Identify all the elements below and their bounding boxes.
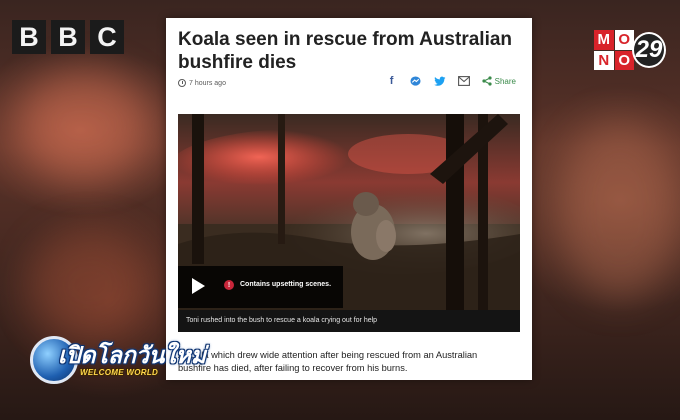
mono-channel-number: 29	[632, 32, 666, 68]
clock-icon	[178, 79, 186, 87]
facebook-icon[interactable]: f	[386, 75, 398, 87]
warning-icon: !	[224, 280, 234, 290]
article-meta: 7 hours ago	[178, 79, 226, 87]
bbc-letter-c: C	[90, 20, 124, 54]
mono29-logo: M O N O 29	[594, 30, 668, 70]
video-controls: ! Contains upsetting scenes.	[178, 266, 343, 308]
share-icon	[482, 76, 492, 86]
content-warning: Contains upsetting scenes.	[240, 281, 332, 288]
article-card: Koala seen in rescue from Australian bus…	[166, 18, 532, 380]
article-timestamp: 7 hours ago	[189, 79, 226, 87]
article-body: A koala which drew wide attention after …	[178, 350, 478, 373]
messenger-icon[interactable]	[410, 75, 422, 87]
show-subtitle: WELCOME WORLD	[80, 368, 159, 377]
article-headline: Koala seen in rescue from Australian bus…	[178, 29, 513, 73]
bbc-letter-b1: B	[12, 20, 46, 54]
share-label: Share	[494, 76, 516, 86]
video-player[interactable]: ! Contains upsetting scenes. Toni rushed…	[178, 114, 520, 332]
email-icon[interactable]	[457, 75, 470, 87]
show-logo: เปิดโลกวันใหม่ WELCOME WORLD	[28, 334, 206, 392]
bbc-logo: B B C	[12, 20, 124, 54]
play-icon[interactable]	[192, 278, 205, 294]
mono-cell-o1: O	[614, 30, 634, 50]
video-caption: Toni rushed into the bush to rescue a ko…	[178, 310, 520, 332]
share-button[interactable]: Share	[482, 76, 516, 86]
mono-cell-o2: O	[614, 50, 634, 70]
bbc-letter-b2: B	[51, 20, 85, 54]
mono-cell-n: N	[594, 50, 614, 70]
twitter-icon[interactable]	[433, 75, 446, 87]
mono-cell-m: M	[594, 30, 614, 50]
share-row: f Share	[386, 75, 516, 87]
